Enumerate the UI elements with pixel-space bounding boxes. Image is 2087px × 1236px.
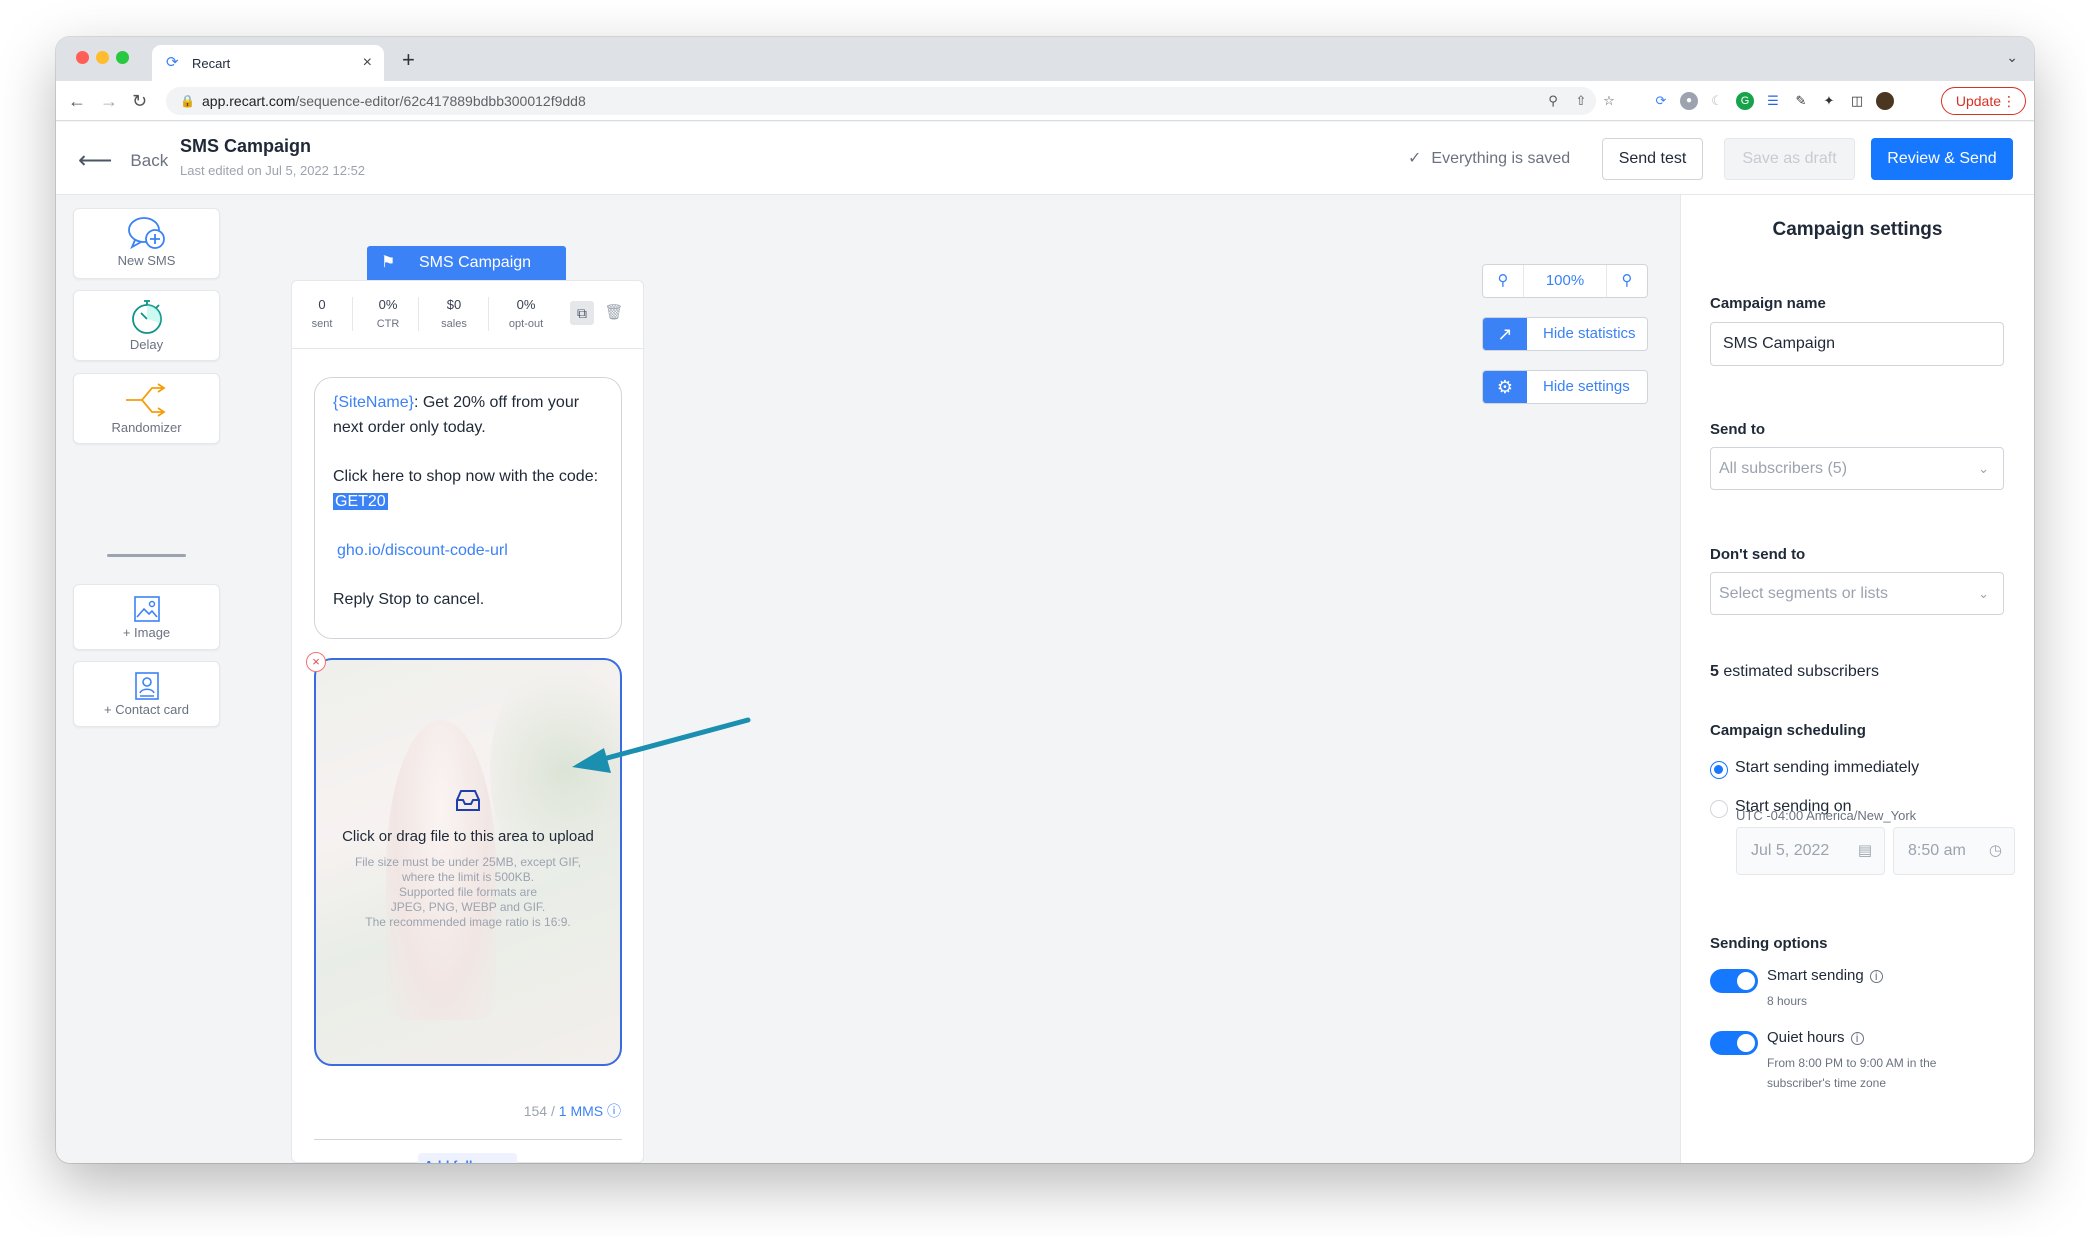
annotation-arrow — [572, 717, 751, 773]
browser-window: ⟳ Recart × + ⌄ ← → ↻ 🔒 app.recart.com/se… — [56, 37, 2034, 1163]
